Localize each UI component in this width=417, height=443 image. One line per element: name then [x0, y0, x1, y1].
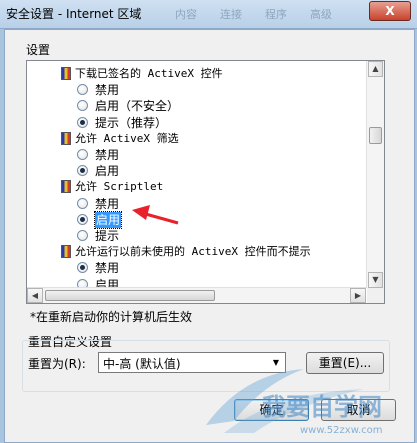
security-level-value: 中-高 (默认值): [103, 357, 181, 371]
background-tab: 高级: [310, 8, 332, 21]
setting-option[interactable]: 启用（不安全）: [27, 98, 366, 114]
setting-category-label: 允许 Scriptlet: [75, 180, 164, 194]
vertical-scroll-thumb[interactable]: [369, 127, 382, 144]
setting-option-label[interactable]: 提示: [95, 228, 119, 244]
close-icon: X: [385, 4, 395, 18]
radio-unchecked-icon[interactable]: [77, 100, 88, 112]
close-button[interactable]: X: [369, 1, 411, 21]
setting-option-label[interactable]: 提示（推荐）: [95, 115, 167, 131]
radio-checked-icon[interactable]: [77, 116, 88, 128]
setting-option-label[interactable]: 启用: [93, 210, 123, 229]
setting-option-label[interactable]: 禁用: [95, 82, 119, 98]
background-tab: 内容: [175, 8, 197, 21]
vertical-scrollbar[interactable]: ▲ ▼: [366, 61, 384, 288]
setting-category-label: 下载已签名的 ActiveX 控件: [75, 67, 223, 80]
window-title: 安全设置 - Internet 区域: [6, 7, 142, 21]
setting-option-label[interactable]: 禁用: [95, 147, 119, 163]
ok-button[interactable]: 确定: [234, 399, 309, 421]
scroll-corner: [367, 288, 384, 303]
setting-category: 允许 ActiveX 筛选: [27, 131, 366, 147]
reset-button[interactable]: 重置(E)...: [306, 352, 384, 374]
reset-to-label: 重置为(R):: [28, 357, 86, 371]
radio-checked-icon[interactable]: [77, 165, 88, 177]
setting-category: 允许运行以前未使用的 ActiveX 控件而不提示: [27, 244, 366, 260]
radio-unchecked-icon[interactable]: [77, 197, 88, 209]
setting-option[interactable]: 禁用: [27, 147, 366, 163]
setting-category-icon: [61, 67, 71, 80]
setting-option[interactable]: 提示: [27, 228, 366, 244]
background-tab: 程序: [265, 8, 287, 21]
radio-checked-icon[interactable]: [77, 262, 88, 274]
setting-option[interactable]: 禁用: [27, 196, 366, 212]
security-level-dropdown[interactable]: 中-高 (默认值) ▼: [98, 352, 286, 373]
background-tab: 连接: [220, 8, 242, 21]
setting-category-label: 允许运行以前未使用的 ActiveX 控件而不提示: [75, 245, 311, 259]
setting-option[interactable]: 启用: [27, 163, 366, 179]
setting-option[interactable]: 禁用: [27, 82, 366, 98]
setting-category-icon: [61, 131, 71, 145]
restart-note: *在重新启动你的计算机后生效: [30, 310, 193, 324]
radio-unchecked-icon[interactable]: [77, 230, 88, 241]
setting-category-icon: [61, 180, 71, 194]
settings-label: 设置: [26, 43, 51, 57]
setting-category-icon: [61, 245, 71, 259]
scroll-up-icon[interactable]: ▲: [368, 61, 383, 77]
scroll-down-icon[interactable]: ▼: [368, 272, 383, 288]
setting-option-label[interactable]: 启用（不安全）: [95, 98, 179, 114]
radio-unchecked-icon[interactable]: [77, 84, 88, 96]
setting-option-label[interactable]: 禁用: [95, 260, 119, 276]
radio-unchecked-icon[interactable]: [77, 149, 88, 160]
setting-option[interactable]: 提示（推荐）: [27, 115, 366, 131]
settings-list[interactable]: 下载已签名的 ActiveX 控件 禁用 启用（不安全） 提示（推荐） 允许 Activ…: [26, 60, 385, 304]
title-bar: 安全设置 - Internet 区域 内容 连接 程序 高级 X: [0, 0, 417, 29]
horizontal-scroll-thumb[interactable]: [45, 290, 215, 301]
scroll-left-icon[interactable]: ◀: [27, 288, 43, 303]
horizontal-scrollbar[interactable]: ◀ ▶: [27, 287, 366, 303]
setting-option[interactable]: 启用: [27, 210, 366, 229]
chevron-down-icon: ▼: [272, 358, 280, 367]
setting-option[interactable]: 禁用: [27, 260, 366, 276]
setting-category: 允许 Scriptlet: [27, 179, 366, 195]
setting-category-label: 允许 ActiveX 筛选: [75, 131, 179, 145]
radio-checked-icon[interactable]: [77, 213, 88, 225]
cancel-button[interactable]: 取消: [321, 399, 396, 421]
setting-option-label[interactable]: 启用: [95, 163, 119, 179]
scroll-right-icon[interactable]: ▶: [350, 288, 366, 303]
settings-list-content: 下载已签名的 ActiveX 控件 禁用 启用（不安全） 提示（推荐） 允许 Activ…: [27, 61, 366, 303]
setting-category: 下载已签名的 ActiveX 控件: [27, 66, 366, 82]
setting-option-label[interactable]: 禁用: [95, 196, 119, 212]
